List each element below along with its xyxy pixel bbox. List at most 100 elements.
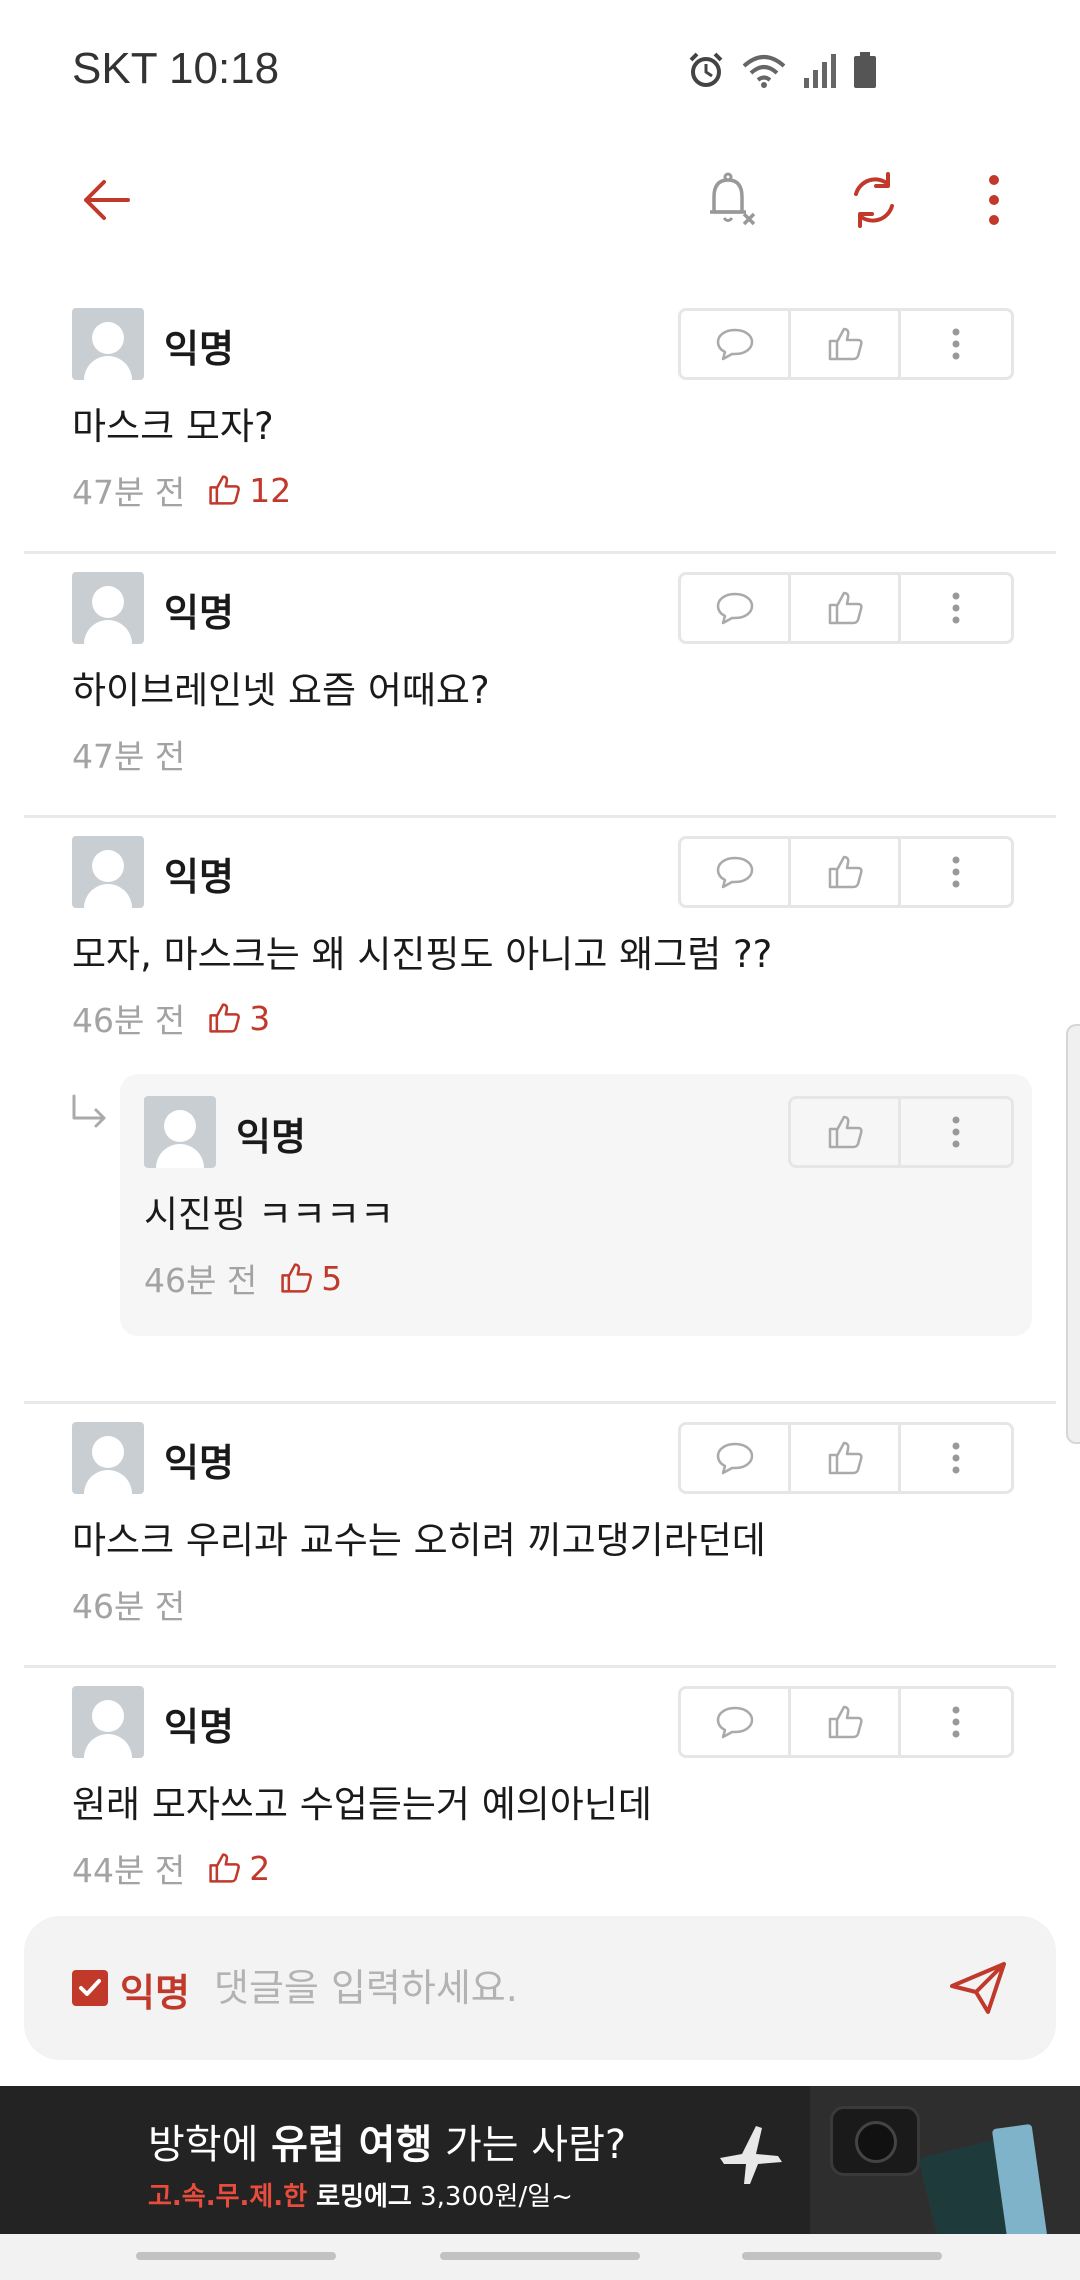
comment-item: 익명 하이브레인넷 요즘 어때요? 47분 전 — [0, 554, 1080, 818]
nav-home-button[interactable] — [440, 2252, 640, 2260]
like-button[interactable] — [791, 575, 901, 641]
thumbs-up-icon — [828, 1115, 863, 1149]
check-icon — [79, 1979, 101, 1996]
notification-off-icon — [710, 172, 756, 226]
reply-button[interactable] — [681, 839, 791, 905]
comment-nickname: 익명 — [164, 1705, 234, 1749]
more-vertical-icon — [952, 328, 960, 360]
refresh-icon — [854, 172, 894, 228]
comment-icon — [716, 592, 753, 625]
comment-time: 46분 전 — [72, 1001, 186, 1040]
app-bar — [0, 150, 1080, 250]
like-button[interactable] — [791, 311, 901, 377]
like-count-value: 5 — [321, 1258, 343, 1298]
comment-item: 익명 마스크 모자? 47분 전 12 — [0, 290, 1080, 554]
comment-action-bar — [678, 308, 1014, 380]
thumbs-up-icon — [828, 1705, 863, 1739]
reply-button[interactable] — [681, 1689, 791, 1755]
more-vertical-icon — [952, 856, 960, 888]
system-nav-bar — [0, 2234, 1080, 2280]
comment-meta: 47분 전 — [72, 730, 185, 778]
status-carrier-time: SKT 10:18 — [72, 44, 280, 93]
comment-more-button[interactable] — [901, 1689, 1011, 1755]
status-icons — [686, 48, 878, 92]
comment-more-button[interactable] — [901, 311, 1011, 377]
status-bar: SKT 10:18 — [0, 0, 1080, 140]
more-vertical-icon — [989, 175, 999, 225]
ad-sub-bold: 로밍에그 — [307, 2182, 412, 2212]
comment-item: 익명 원래 모자쓰고 수업듣는거 예의아닌데 44분 전 2 — [0, 1668, 1080, 1890]
comment-nickname: 익명 — [164, 1441, 234, 1485]
ad-banner[interactable]: 방학에 유럽 여행 가는 사람? 고.속.무.제.한 로밍에그 3,300원/일… — [0, 2086, 1080, 2234]
notification-off-button[interactable] — [698, 168, 762, 232]
comment-more-button[interactable] — [901, 1425, 1011, 1491]
avatar — [72, 572, 144, 644]
reply-button[interactable] — [681, 1425, 791, 1491]
avatar — [72, 1686, 144, 1758]
comment-time: 47분 전 — [72, 473, 186, 512]
like-count: 2 — [207, 1849, 270, 1888]
comment-nickname: 익명 — [164, 591, 234, 635]
avatar — [72, 836, 144, 908]
reply-nickname: 익명 — [236, 1115, 306, 1159]
like-button[interactable] — [791, 839, 901, 905]
comment-text: 마스크 우리과 교수는 오히려 끼고댕기라던데 — [72, 1519, 766, 1562]
comment-action-bar — [678, 836, 1014, 908]
comment-meta: 47분 전 12 — [72, 466, 291, 514]
more-vertical-icon — [952, 1116, 960, 1148]
like-count-value: 3 — [249, 998, 271, 1038]
comment-meta: 44분 전 2 — [72, 1844, 270, 1891]
comment-input[interactable] — [214, 1956, 944, 2020]
more-options-button[interactable] — [962, 168, 1026, 232]
like-button[interactable] — [791, 1689, 901, 1755]
like-count-value: 12 — [249, 470, 292, 510]
send-button[interactable] — [942, 1952, 1014, 2024]
reply-item: 익명 시진핑 ㅋㅋㅋㅋ 46분 전 5 — [0, 1074, 1080, 1404]
reply-more-button[interactable] — [901, 1099, 1011, 1165]
comment-nickname: 익명 — [164, 855, 234, 899]
scrollbar-thumb[interactable] — [1066, 1024, 1080, 1444]
ad-image — [810, 2086, 1080, 2234]
avatar — [72, 1422, 144, 1494]
ad-headline-post: 가는 사람? — [432, 2122, 627, 2168]
like-count-value: 2 — [249, 1848, 271, 1888]
comment-more-button[interactable] — [901, 839, 1011, 905]
comment-time: 44분 전 — [72, 1851, 186, 1890]
comment-more-button[interactable] — [901, 575, 1011, 641]
ad-sub-red: 고.속.무.제.한 — [148, 2182, 308, 2212]
reply-action-bar — [788, 1096, 1014, 1168]
reply-arrow-icon — [72, 1094, 106, 1128]
thumbs-up-icon — [828, 1441, 863, 1475]
airplane-icon — [720, 2126, 782, 2184]
comment-list[interactable]: 익명 마스크 모자? 47분 전 12 익명 하이브레인넷 요즘 어때요? 47… — [0, 290, 1080, 1890]
like-button[interactable] — [791, 1099, 901, 1165]
back-button[interactable] — [74, 168, 138, 232]
comment-meta: 46분 전 3 — [72, 994, 270, 1042]
ad-headline-accent: 유럽 여행 — [271, 2122, 433, 2168]
avatar — [72, 308, 144, 380]
comment-text: 마스크 모자? — [72, 405, 274, 448]
comment-text: 모자, 마스크는 왜 시진핑도 아니고 왜그럼 ?? — [72, 933, 773, 976]
nav-recent-button[interactable] — [136, 2252, 336, 2260]
thumbs-up-icon — [209, 1003, 241, 1033]
comment-action-bar — [678, 572, 1014, 644]
ad-subline: 고.속.무.제.한 로밍에그 3,300원/일~ — [148, 2176, 573, 2213]
reply-button[interactable] — [681, 311, 791, 377]
like-button[interactable] — [791, 1425, 901, 1491]
anonymous-checkbox[interactable] — [72, 1970, 108, 2006]
thumbs-up-icon — [209, 1853, 241, 1883]
thumbs-up-icon — [828, 855, 863, 889]
nav-back-button[interactable] — [742, 2252, 942, 2260]
comment-icon — [716, 1706, 753, 1739]
comment-nickname: 익명 — [164, 327, 234, 371]
send-icon — [950, 1962, 1006, 2014]
anonymous-label[interactable]: 익명 — [120, 1962, 190, 2017]
reply-time: 46분 전 — [144, 1261, 258, 1300]
wifi-icon — [742, 55, 786, 88]
comment-item: 익명 마스크 우리과 교수는 오히려 끼고댕기라던데 46분 전 — [0, 1404, 1080, 1668]
thumbs-up-icon — [281, 1263, 313, 1293]
refresh-button[interactable] — [842, 168, 906, 232]
reply-button[interactable] — [681, 575, 791, 641]
avatar — [144, 1096, 216, 1168]
comment-meta: 46분 전 — [72, 1580, 185, 1628]
